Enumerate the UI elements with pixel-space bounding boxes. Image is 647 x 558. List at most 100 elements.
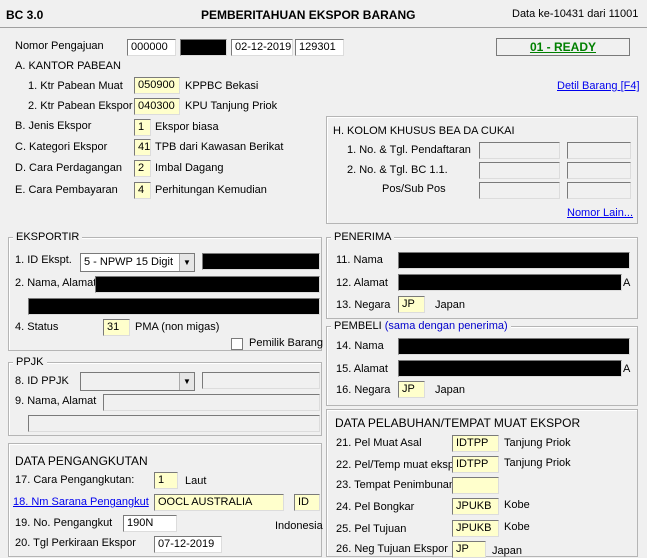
cara-pembayaran-code[interactable]: 4: [134, 182, 151, 199]
nomor-pengajuan-redacted[interactable]: [180, 39, 227, 56]
pel-temp-muat-code[interactable]: IDTPP: [452, 456, 499, 473]
id-ppjk-label: 8. ID PPJK: [15, 375, 69, 387]
detil-barang-link[interactable]: Detil Barang [F4]: [557, 80, 640, 92]
eksportir-nama-label: 2. Nama, Alamat: [15, 277, 97, 289]
pel-bongkar-code[interactable]: JPUKB: [452, 498, 499, 515]
kategori-ekspor-label: C. Kategori Ekspor: [15, 141, 108, 153]
pendaftaran-label: 1. No. & Tgl. Pendaftaran: [347, 144, 471, 156]
pembeli-nama-label: 14. Nama: [336, 340, 384, 352]
status-ready-button[interactable]: 01 - READY: [496, 38, 630, 56]
pel-tujuan-code[interactable]: JPUKB: [452, 520, 499, 537]
pembeli-negara-name: Japan: [435, 384, 465, 396]
chevron-down-icon[interactable]: ▼: [179, 254, 194, 271]
pengangkut-country: Indonesia: [275, 520, 323, 532]
id-ppjk-value[interactable]: [202, 372, 320, 389]
penerima-nama-redacted[interactable]: [398, 252, 630, 269]
cara-pembayaran-label: E. Cara Pembayaran: [15, 184, 118, 196]
eksportir-nama-redacted[interactable]: [95, 276, 320, 293]
cara-pengangkutan-code[interactable]: 1: [154, 472, 178, 489]
sarana-pengangkut-link[interactable]: 18. Nm Sarana Pengangkut: [13, 496, 149, 508]
tgl-ekspor-field[interactable]: 07-12-2019: [154, 536, 222, 553]
pembeli-same-note: (sama dengan penerima): [384, 320, 508, 332]
bc11-label: 2. No. & Tgl. BC 1.1.: [347, 164, 448, 176]
nomor-pengajuan-date[interactable]: 02-12-2019: [231, 39, 293, 56]
neg-tujuan-name: Japan: [492, 545, 522, 557]
jenis-ekspor-code[interactable]: 1: [134, 119, 151, 136]
sarana-flag-field[interactable]: ID: [294, 494, 320, 511]
pemilik-barang-checkbox[interactable]: [231, 338, 243, 350]
ppjk-alamat-field[interactable]: [28, 415, 320, 432]
pel-muat-asal-name: Tanjung Priok: [504, 437, 571, 449]
pel-tujuan-label: 25. Pel Tujuan: [336, 523, 407, 535]
nomor-lain-link[interactable]: Nomor Lain...: [567, 207, 633, 219]
penerima-negara-label: 13. Negara: [336, 299, 391, 311]
eksportir-status-code[interactable]: 31: [103, 319, 130, 336]
pel-temp-muat-label: 22. Pel/Temp muat eksp: [336, 459, 455, 471]
id-ekspt-value-redacted[interactable]: [202, 253, 320, 270]
penerima-alamat-redacted[interactable]: [398, 274, 622, 291]
nomor-pengajuan-part3[interactable]: 129301: [295, 39, 344, 56]
eksportir-status-label: 4. Status: [15, 321, 59, 333]
nomor-pengajuan-label: Nomor Pengajuan: [15, 40, 104, 52]
pelabuhan-heading: DATA PELABUHAN/TEMPAT MUAT EKSPOR: [335, 416, 581, 430]
penerima-nama-label: 11. Nama: [336, 254, 383, 266]
penerima-negara-code[interactable]: JP: [398, 296, 425, 313]
kategori-ekspor-code[interactable]: 41: [134, 139, 151, 156]
pos-label: Pos/Sub Pos: [382, 183, 446, 195]
pel-tujuan-name: Kobe: [504, 521, 530, 533]
neg-tujuan-code[interactable]: JP: [452, 541, 486, 558]
chevron-down-icon[interactable]: ▼: [179, 373, 194, 390]
bc11-no-field[interactable]: [479, 162, 560, 179]
ktr-muat-code[interactable]: 050900: [134, 77, 180, 94]
pel-bongkar-name: Kobe: [504, 499, 530, 511]
id-ppjk-type-select[interactable]: ▼: [80, 372, 195, 391]
pembeli-negara-label: 16. Negara: [336, 384, 391, 396]
form-title: PEMBERITAHUAN EKSPOR BARANG: [201, 8, 416, 22]
penerima-alamat-label: 12. Alamat: [336, 277, 388, 289]
cara-perdagangan-code[interactable]: 2: [134, 160, 151, 177]
cara-pengangkutan-label: 17. Cara Pengangkutan:: [15, 474, 135, 486]
ktr-ekspor-code[interactable]: 040300: [134, 98, 180, 115]
pembeli-alamat-redacted[interactable]: [398, 360, 622, 377]
record-counter: Data ke-10431 dari 11001: [512, 8, 639, 20]
subpos-field[interactable]: [567, 182, 631, 199]
jenis-ekspor-label: B. Jenis Ekspor: [15, 120, 92, 132]
ppjk-nama-field[interactable]: [103, 394, 320, 411]
kategori-ekspor-name: TPB dari Kawasan Berikat: [155, 141, 284, 153]
pel-bongkar-label: 24. Pel Bongkar: [336, 501, 415, 513]
pos-field[interactable]: [479, 182, 560, 199]
pendaftaran-tgl-field[interactable]: [567, 142, 631, 159]
no-pengangkut-field[interactable]: 190N: [123, 515, 177, 532]
nomor-pengajuan-part1[interactable]: 000000: [127, 39, 176, 56]
pembeli-legend-label: PEMBELI: [334, 320, 382, 332]
pengangkutan-heading: DATA PENGANGKUTAN: [15, 454, 148, 468]
penerima-negara-name: Japan: [435, 299, 465, 311]
cara-pengangkutan-name: Laut: [185, 475, 207, 487]
pel-muat-asal-code[interactable]: IDTPP: [452, 435, 499, 452]
no-pengangkut-label: 19. No. Pengangkut: [15, 517, 113, 529]
pembeli-alamat-tail: A: [623, 363, 631, 375]
pendaftaran-no-field[interactable]: [479, 142, 560, 159]
ktr-muat-label: 1. Ktr Pabean Muat: [28, 80, 123, 92]
eksportir-alamat-redacted[interactable]: [28, 298, 320, 315]
pembeli-nama-redacted[interactable]: [398, 338, 630, 355]
ppjk-legend: PPJK: [13, 356, 47, 368]
pembeli-negara-code[interactable]: JP: [398, 381, 425, 398]
jenis-ekspor-name: Ekspor biasa: [155, 121, 219, 133]
tgl-ekspor-label: 20. Tgl Perkiraan Ekspor: [15, 537, 136, 549]
bc11-tgl-field[interactable]: [567, 162, 631, 179]
id-ekspt-label: 1. ID Ekspt.: [15, 254, 72, 266]
tempat-penimbunan-label: 23. Tempat Penimbunan: [336, 479, 456, 491]
cara-perdagangan-label: D. Cara Perdagangan: [15, 162, 123, 174]
id-ekspt-type-value: 5 - NPWP 15 Digit: [84, 256, 174, 268]
tempat-penimbunan-code[interactable]: [452, 477, 499, 494]
penerima-legend: PENERIMA: [331, 231, 395, 243]
ktr-muat-name: KPPBC Bekasi: [185, 80, 259, 92]
ktr-ekspor-name: KPU Tanjung Priok: [185, 100, 278, 112]
sarana-pengangkut-field[interactable]: OOCL AUSTRALIA: [154, 494, 284, 511]
kolom-khusus-heading: H. KOLOM KHUSUS BEA DA CUKAI: [333, 125, 515, 137]
cara-perdagangan-name: Imbal Dagang: [155, 162, 224, 174]
pel-muat-asal-label: 21. Pel Muat Asal: [336, 437, 422, 449]
id-ekspt-type-select[interactable]: 5 - NPWP 15 Digit ▼: [80, 253, 195, 272]
pembeli-legend: PEMBELI (sama dengan penerima): [331, 320, 511, 332]
